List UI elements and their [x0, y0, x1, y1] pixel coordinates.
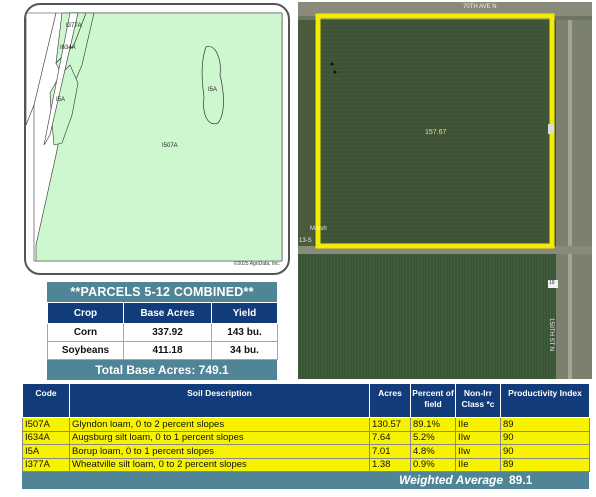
- map-label: I5A: [208, 87, 218, 93]
- base-acres-cell: 411.18: [123, 341, 212, 360]
- map-label: I634A: [60, 45, 76, 51]
- map-label: I377A: [66, 23, 82, 29]
- acres-cell: 1.38: [369, 457, 411, 472]
- productivity-column-header: Productivity Index: [500, 383, 590, 418]
- description-cell: Augsburg silt loam, 0 to 1 percent slope…: [69, 430, 370, 445]
- base-acres-column-header: Base Acres: [123, 302, 212, 324]
- acres-column-header: Acres: [369, 383, 411, 418]
- class-cell: IIe: [455, 457, 501, 472]
- code-cell: I634A: [22, 430, 70, 445]
- description-cell: Wheatville silt loam, 0 to 2 percent slo…: [69, 457, 370, 472]
- aerial-map: 70TH AVE N 150TH ST N 13-S 19 Marsh 157.…: [298, 2, 592, 379]
- crop-cell: Soybeans: [47, 341, 124, 360]
- field-acres-label: 157.67: [425, 129, 447, 136]
- weighted-average-value: 89.1: [509, 473, 533, 487]
- table-row: Soybeans 411.18 34 bu.: [47, 341, 278, 360]
- total-base-acres-label: Total Base Acres:: [95, 363, 196, 377]
- road-label: 150TH ST N: [548, 318, 554, 352]
- percent-cell: 0.9%: [410, 457, 456, 472]
- base-acres-cell: 337.92: [123, 323, 212, 342]
- percent-cell: 89.1%: [410, 417, 456, 432]
- soil-table-panel: Code Soil Description Acres Percent of f…: [22, 383, 590, 489]
- crop-summary-panel: **PARCELS 5-12 COMBINED** Crop Base Acre…: [47, 282, 278, 380]
- table-row: I634A Augsburg silt loam, 0 to 1 percent…: [22, 430, 590, 445]
- total-base-acres-value: 749.1: [198, 363, 229, 377]
- yield-cell: 143 bu.: [211, 323, 278, 342]
- soil-map: I377A I634A I5A I5A I507A ©2025 AgriData…: [24, 3, 290, 275]
- marker-dot: [330, 62, 334, 66]
- route-number: 19: [549, 280, 555, 286]
- productivity-cell: 90: [500, 444, 590, 459]
- road: [556, 20, 592, 379]
- road-center: [568, 20, 572, 379]
- total-base-acres: Total Base Acres: 749.1: [47, 360, 277, 380]
- soil-table-header: Code Soil Description Acres Percent of f…: [22, 383, 590, 418]
- table-row: I5A Borup loam, 0 to 1 percent slopes 7.…: [22, 444, 590, 459]
- crop-summary-title: **PARCELS 5-12 COMBINED**: [70, 285, 254, 299]
- tree-strip: [298, 20, 314, 250]
- code-cell: I5A: [22, 444, 70, 459]
- map-label: I5A: [56, 97, 66, 103]
- class-cell: IIw: [455, 444, 501, 459]
- crop-table-header: Crop Base Acres Yield: [47, 302, 278, 324]
- yield-cell: 34 bu.: [211, 341, 278, 360]
- acres-cell: 7.01: [369, 444, 411, 459]
- code-cell: I507A: [22, 417, 70, 432]
- map-label: I507A: [162, 143, 178, 149]
- crop-column-header: Crop: [47, 302, 124, 324]
- percent-column-header: Percent of field: [410, 383, 456, 418]
- acres-cell: 7.64: [369, 430, 411, 445]
- road-label: 70TH AVE N: [463, 4, 497, 10]
- yield-column-header: Yield: [211, 302, 278, 324]
- marker-label: Marsh: [310, 226, 327, 232]
- code-cell: I377A: [22, 457, 70, 472]
- table-row: I377A Wheatville silt loam, 0 to 2 perce…: [22, 457, 590, 472]
- marker-dot: [333, 70, 337, 74]
- class-cell: IIe: [455, 417, 501, 432]
- road-label: 13-S: [299, 238, 312, 244]
- class-cell: IIw: [455, 430, 501, 445]
- percent-cell: 5.2%: [410, 430, 456, 445]
- table-row: I507A Glyndon loam, 0 to 2 percent slope…: [22, 417, 590, 432]
- soil-table: Code Soil Description Acres Percent of f…: [22, 383, 590, 472]
- description-cell: Glyndon loam, 0 to 2 percent slopes: [69, 417, 370, 432]
- description-column-header: Soil Description: [69, 383, 370, 418]
- productivity-cell: 89: [500, 457, 590, 472]
- percent-cell: 4.8%: [410, 444, 456, 459]
- class-column-header: Non-Irr Class *c: [455, 383, 501, 418]
- acres-cell: 130.57: [369, 417, 411, 432]
- productivity-cell: 90: [500, 430, 590, 445]
- table-row: Corn 337.92 143 bu.: [47, 323, 278, 342]
- map-marker: [548, 124, 554, 134]
- productivity-cell: 89: [500, 417, 590, 432]
- crop-table: Crop Base Acres Yield Corn 337.92 143 bu…: [47, 302, 278, 360]
- crop-cell: Corn: [47, 323, 124, 342]
- field-shadow: [298, 254, 556, 379]
- description-cell: Borup loam, 0 to 1 percent slopes: [69, 444, 370, 459]
- weighted-average-label: Weighted Average: [398, 473, 503, 487]
- map-copyright: ©2025 AgriData, Inc.: [233, 261, 280, 267]
- weighted-average-bar: Weighted Average 89.1: [22, 472, 589, 489]
- code-column-header: Code: [22, 383, 70, 418]
